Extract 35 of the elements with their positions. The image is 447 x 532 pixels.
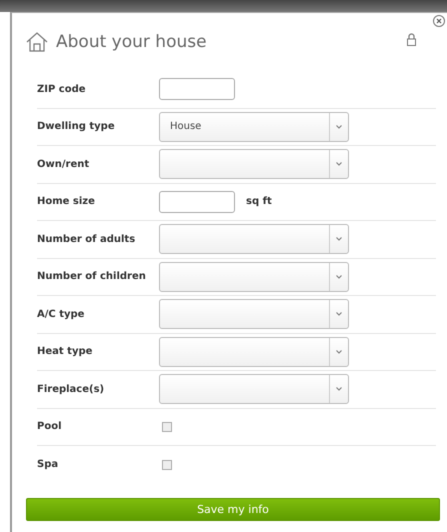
- dialog-title: About your house: [56, 32, 207, 52]
- close-icon: [436, 18, 442, 24]
- chevron-down-icon: [336, 312, 342, 316]
- field-label: Own/rent: [37, 158, 90, 170]
- chevron-down-icon: [336, 350, 342, 354]
- dropdown-field[interactable]: House: [159, 112, 349, 142]
- field-label: Number of children: [37, 271, 147, 282]
- field-label: Dwelling type: [37, 121, 116, 132]
- chevron-down-icon: [336, 274, 342, 279]
- chevron-down-icon: [336, 124, 342, 129]
- dropdown-field[interactable]: [159, 336, 349, 367]
- close-button[interactable]: [433, 15, 445, 27]
- dropdown-field[interactable]: [159, 374, 349, 404]
- dropdown-field[interactable]: [159, 299, 349, 330]
- dropdown-field[interactable]: [159, 149, 349, 180]
- field-label: Number of adults: [37, 234, 136, 245]
- checkbox[interactable]: [162, 422, 172, 432]
- lock-icon: [407, 33, 416, 46]
- field-label: Fireplace(s): [37, 384, 106, 395]
- checkbox[interactable]: [162, 460, 172, 470]
- house-icon: [26, 32, 48, 52]
- field-label: A/C type: [37, 308, 86, 320]
- field-label: ZIP code: [37, 84, 87, 95]
- chevron-down-icon: [336, 162, 342, 166]
- chevron-down-icon: [336, 387, 342, 392]
- dropdown-field[interactable]: [159, 224, 349, 254]
- text-field[interactable]: [159, 78, 235, 100]
- dropdown-field[interactable]: [159, 262, 349, 292]
- unit-label: sq ft: [246, 196, 272, 208]
- field-label: Home size: [37, 196, 96, 208]
- field-label: Spa: [37, 459, 60, 470]
- chevron-down-icon: [336, 237, 342, 242]
- text-field[interactable]: [159, 190, 235, 213]
- field-label: Heat type: [37, 346, 94, 358]
- field-label: Pool: [37, 421, 62, 432]
